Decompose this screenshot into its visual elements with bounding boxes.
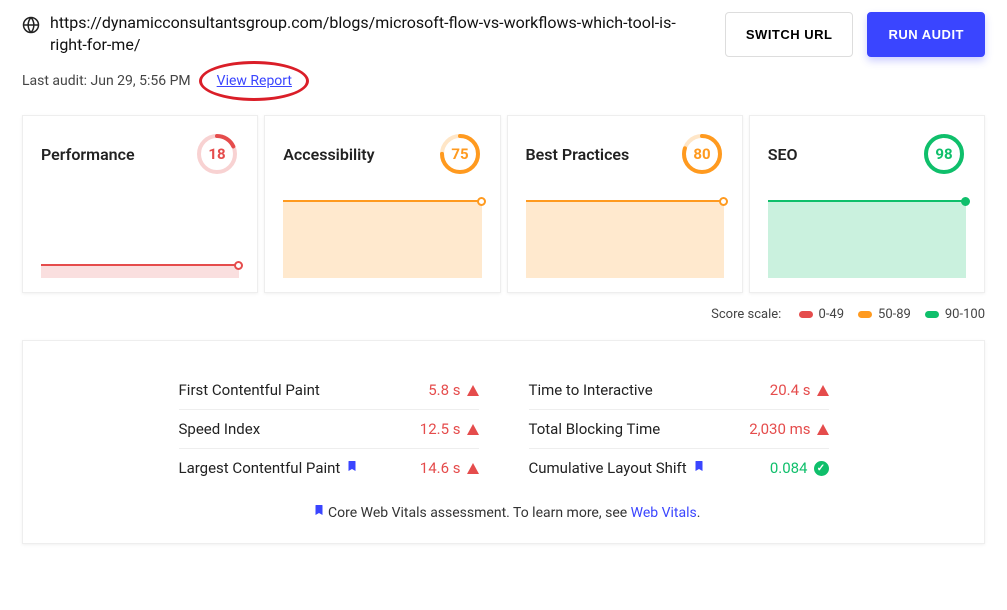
warning-triangle-icon (817, 424, 829, 435)
sparkline (283, 200, 481, 278)
metrics-column-left: First Contentful Paint 5.8 s Speed Index… (179, 371, 479, 487)
metric-value: 0.084 (770, 459, 808, 477)
card-title: Best Practices (526, 145, 630, 164)
metric-label: Largest Contentful Paint (179, 459, 420, 477)
score-ring: 98 (922, 132, 966, 176)
run-audit-button[interactable]: RUN AUDIT (867, 12, 985, 57)
view-report-link[interactable]: View Report (217, 73, 292, 89)
metric-label: Total Blocking Time (529, 420, 750, 438)
core-web-vitals-note: Core Web Vitals assessment. To learn mor… (63, 503, 944, 521)
metric-row: First Contentful Paint 5.8 s (179, 371, 479, 410)
metric-label: Time to Interactive (529, 381, 770, 399)
score-value: 75 (451, 145, 468, 163)
score-card-accessibility[interactable]: Accessibility 75 (264, 115, 500, 293)
legend-chip: 50-89 (858, 307, 911, 322)
score-card-best-practices[interactable]: Best Practices 80 (507, 115, 743, 293)
metrics-column-right: Time to Interactive 20.4 s Total Blockin… (529, 371, 829, 487)
audit-url: https://dynamicconsultantsgroup.com/blog… (50, 12, 690, 57)
bookmark-icon (313, 503, 325, 521)
metric-row: Total Blocking Time 2,030 ms (529, 410, 829, 449)
sparkline-dot (961, 197, 970, 206)
switch-url-button[interactable]: SWITCH URL (725, 12, 854, 57)
card-title: Accessibility (283, 145, 374, 164)
sparkline (526, 200, 724, 278)
metric-row: Time to Interactive 20.4 s (529, 371, 829, 410)
score-ring: 18 (195, 132, 239, 176)
last-audit-text: Last audit: Jun 29, 5:56 PM (22, 73, 191, 89)
card-title: SEO (768, 145, 798, 164)
metric-value: 5.8 s (428, 381, 460, 399)
bookmark-icon (693, 459, 705, 477)
metrics-card: First Contentful Paint 5.8 s Speed Index… (22, 340, 985, 544)
metric-row: Largest Contentful Paint 14.6 s (179, 449, 479, 487)
score-value: 80 (693, 145, 710, 163)
score-cards: Performance 18 Accessibility 75 Best Pra… (22, 115, 985, 293)
sparkline (768, 200, 966, 278)
sparkline-dot (719, 197, 728, 206)
legend-chip: 90-100 (925, 307, 985, 322)
legend-chip: 0-49 (799, 307, 845, 322)
metric-value: 12.5 s (420, 420, 461, 438)
header: https://dynamicconsultantsgroup.com/blog… (22, 12, 985, 57)
score-ring: 75 (438, 132, 482, 176)
score-card-seo[interactable]: SEO 98 (749, 115, 985, 293)
globe-icon (22, 16, 40, 38)
metric-value: 20.4 s (770, 381, 811, 399)
warning-triangle-icon (817, 385, 829, 396)
metric-label: Cumulative Layout Shift (529, 459, 770, 477)
web-vitals-link[interactable]: Web Vitals (631, 505, 697, 521)
score-ring: 80 (680, 132, 724, 176)
score-value: 98 (935, 145, 952, 163)
sparkline-dot (234, 261, 243, 270)
check-icon: ✓ (814, 461, 829, 476)
metric-value: 2,030 ms (749, 420, 810, 438)
score-scale-legend: Score scale: 0-49 50-89 90-100 (22, 307, 985, 322)
score-value: 18 (209, 145, 226, 163)
metric-row: Cumulative Layout Shift 0.084 ✓ (529, 449, 829, 487)
warning-triangle-icon (467, 424, 479, 435)
warning-triangle-icon (467, 463, 479, 474)
score-card-performance[interactable]: Performance 18 (22, 115, 258, 293)
metric-label: First Contentful Paint (179, 381, 429, 399)
card-title: Performance (41, 145, 135, 164)
legend-label: Score scale: (711, 307, 781, 322)
metric-row: Speed Index 12.5 s (179, 410, 479, 449)
warning-triangle-icon (467, 385, 479, 396)
metric-value: 14.6 s (420, 459, 461, 477)
sparkline (41, 264, 239, 278)
bookmark-icon (346, 459, 358, 477)
metric-label: Speed Index (179, 420, 420, 438)
sparkline-dot (477, 197, 486, 206)
